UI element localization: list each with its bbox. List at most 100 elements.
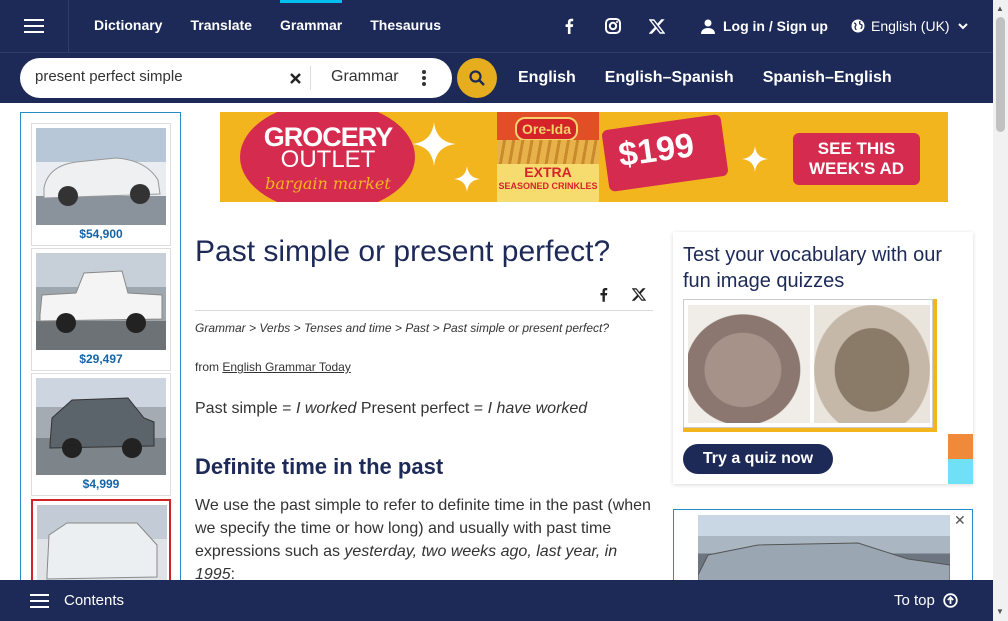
article: Past simple or present perfect? Grammar …	[195, 230, 655, 583]
quiz-card: Test your vocabulary with our fun image …	[673, 232, 973, 484]
x-icon[interactable]	[635, 0, 679, 52]
clear-search-button[interactable]	[286, 68, 304, 88]
page-scrollbar[interactable]: ▲ ▼	[993, 0, 1008, 621]
car-listing[interactable]: $54,900	[31, 123, 171, 246]
left-car-ad: $54,900 $29,497 $4,999	[20, 112, 181, 582]
car-price: $54,900	[79, 227, 123, 241]
dictionary-select[interactable]: Grammar	[331, 68, 399, 86]
breadcrumb-verbs[interactable]: Verbs	[259, 321, 290, 335]
to-top-button[interactable]: To top	[894, 580, 958, 621]
share-facebook-icon[interactable]	[585, 282, 621, 306]
search-icon	[469, 70, 485, 86]
car-image	[697, 515, 951, 583]
language-selector[interactable]: English (UK)	[851, 0, 974, 52]
quiz-images[interactable]	[683, 299, 933, 428]
page-title: Past simple or present perfect?	[195, 235, 611, 268]
tense-forms: Past simple = I worked Present perfect =…	[195, 400, 587, 418]
past-simple-label: Past simple =	[195, 400, 296, 417]
share-buttons	[585, 282, 657, 306]
close-ad-icon[interactable]: ✕	[954, 513, 968, 527]
scroll-down-arrow[interactable]: ▼	[996, 607, 1004, 616]
past-simple-example: I worked	[295, 400, 357, 417]
car-image	[36, 128, 166, 225]
breadcrumb-current[interactable]: Past simple or present perfect?	[443, 321, 609, 335]
user-icon	[701, 19, 715, 34]
facebook-icon[interactable]	[547, 0, 591, 52]
dict-link-english[interactable]: English	[518, 69, 576, 87]
quiz-image-frame	[683, 299, 937, 432]
source-line: from English Grammar Today	[195, 360, 351, 374]
hamburger-icon	[24, 19, 44, 33]
nav-link-translate[interactable]: Translate	[176, 0, 265, 52]
seal-image	[814, 305, 930, 423]
search-row: Grammar English English–Spanish Spanish–…	[0, 52, 993, 103]
logo-line2: OUTLET	[280, 146, 376, 173]
car-listing[interactable]	[31, 499, 171, 581]
nav-right: Log in / Sign up English (UK)	[547, 0, 968, 52]
price-tag: $199	[601, 113, 729, 193]
present-perfect-label: Present perfect =	[356, 400, 488, 417]
close-icon	[289, 72, 301, 84]
car-price: $29,497	[79, 352, 123, 366]
list-icon	[30, 593, 49, 608]
breadcrumb: Grammar > Verbs > Tenses and time > Past…	[195, 321, 610, 335]
more-options-icon[interactable]	[418, 68, 430, 88]
decorative-square	[948, 434, 973, 459]
see-ad-button[interactable]: SEE THIS WEEK'S AD	[793, 133, 920, 185]
present-perfect-example: I have worked	[487, 400, 588, 417]
dict-link-english-spanish[interactable]: English–Spanish	[605, 69, 734, 87]
nav-links: Dictionary Translate Grammar Thesaurus	[80, 0, 455, 52]
decorative-square	[948, 459, 973, 484]
breadcrumb-grammar[interactable]: Grammar	[195, 321, 246, 335]
ad-price: $199	[616, 126, 697, 175]
login-label: Log in / Sign up	[723, 18, 828, 34]
hippo-image	[688, 305, 810, 423]
share-x-icon[interactable]	[621, 282, 657, 306]
car-image	[36, 253, 166, 350]
dict-link-spanish-english[interactable]: Spanish–English	[763, 69, 892, 87]
chevron-down-icon	[957, 22, 968, 29]
source-prefix: from	[195, 360, 219, 374]
car-price: $4,999	[82, 477, 120, 491]
globe-icon	[851, 19, 865, 33]
title-divider	[195, 310, 653, 311]
product-line2: SEASONED CRINKLES	[497, 181, 599, 202]
breadcrumb-tenses[interactable]: Tenses and time	[304, 321, 392, 335]
product-brand: Ore-Ida	[515, 117, 579, 141]
language-label: English (UK)	[871, 18, 950, 34]
search-divider	[310, 66, 311, 90]
menu-button[interactable]	[0, 0, 69, 52]
search-button[interactable]	[457, 58, 497, 98]
product-bag-image: Ore-Ida EXTRA CRISPY SEASONED CRINKLES	[497, 112, 599, 202]
logo-line3: bargain market	[265, 174, 391, 193]
car-listing[interactable]: $4,999	[31, 373, 171, 496]
scrollbar-thumb[interactable]	[996, 17, 1005, 132]
search-box: Grammar	[20, 58, 452, 98]
nav-link-grammar[interactable]: Grammar	[266, 0, 356, 52]
to-top-label: To top	[894, 592, 935, 609]
search-input[interactable]	[35, 68, 275, 85]
arrow-up-circle-icon	[943, 593, 958, 608]
try-quiz-button[interactable]: Try a quiz now	[683, 444, 833, 474]
nav-link-dictionary[interactable]: Dictionary	[80, 0, 176, 52]
source-link[interactable]: English Grammar Today	[222, 360, 351, 374]
right-car-ad[interactable]: ✕	[673, 509, 973, 584]
sparkle-icon	[454, 166, 480, 192]
contents-label: Contents	[64, 592, 125, 609]
car-image	[36, 378, 166, 475]
nav-link-thesaurus[interactable]: Thesaurus	[356, 0, 455, 52]
dictionary-links: English English–Spanish Spanish–English	[518, 53, 921, 103]
top-navigation: Dictionary Translate Grammar Thesaurus L…	[0, 0, 993, 52]
paragraph: We use the past simple to refer to defin…	[195, 494, 655, 586]
grocery-banner-ad[interactable]: GROCERY OUTLET bargain market Ore-Ida EX…	[220, 112, 948, 202]
car-listing[interactable]: $29,497	[31, 248, 171, 371]
grocery-outlet-logo: GROCERY OUTLET bargain market	[240, 112, 415, 202]
breadcrumb-past[interactable]: Past	[405, 321, 429, 335]
scroll-up-arrow[interactable]: ▲	[996, 4, 1004, 13]
contents-button[interactable]: Contents	[30, 580, 124, 621]
bottom-bar: Contents To top	[0, 580, 993, 621]
instagram-icon[interactable]	[591, 0, 635, 52]
login-link[interactable]: Log in / Sign up	[701, 18, 828, 34]
quiz-title: Test your vocabulary with our fun image …	[683, 244, 943, 292]
car-image	[37, 505, 167, 581]
